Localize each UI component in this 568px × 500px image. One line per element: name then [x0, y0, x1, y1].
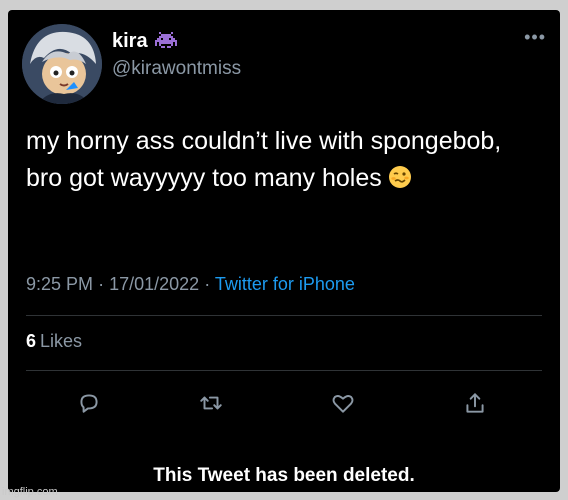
divider	[26, 315, 542, 316]
avatar[interactable]	[22, 24, 102, 104]
like-icon[interactable]	[330, 390, 356, 416]
meta-separator: ·	[204, 274, 211, 294]
likes-row[interactable]: 6 Likes	[26, 331, 82, 352]
meta-separator: ·	[98, 274, 105, 294]
tweet-time[interactable]: 9:25 PM	[26, 274, 93, 294]
cartoon-avatar-icon	[22, 24, 102, 104]
likes-count: 6	[26, 331, 37, 351]
tweet-text-block: my horny ass couldn’t live with spongebo…	[26, 123, 526, 197]
retweet-icon[interactable]	[198, 390, 224, 416]
tweet-text: my horny ass couldn’t live with spongebo…	[26, 127, 502, 192]
tweet-source-link[interactable]: Twitter for iPhone	[215, 274, 355, 294]
woozy-face-icon	[388, 166, 411, 188]
watermark: imgflip.com	[2, 486, 58, 498]
tweet-date[interactable]: 17/01/2022	[109, 274, 199, 294]
author-display-name[interactable]: kira	[112, 30, 148, 53]
likes-label: Likes	[40, 331, 83, 351]
share-icon[interactable]	[462, 390, 488, 416]
reply-icon[interactable]	[76, 390, 102, 416]
author-handle[interactable]: @kirawontmiss	[112, 58, 241, 80]
alien-monster-icon	[155, 32, 177, 48]
action-bar	[8, 390, 560, 420]
more-options-icon[interactable]: •••	[524, 28, 546, 46]
tweet-card: kira @kirawontmiss ••• my horny ass coul…	[8, 10, 560, 492]
tweet-meta: 9:25 PM · 17/01/2022 · Twitter for iPhon…	[26, 274, 355, 295]
divider	[26, 370, 542, 371]
deleted-notice: This Tweet has been deleted.	[153, 465, 415, 486]
